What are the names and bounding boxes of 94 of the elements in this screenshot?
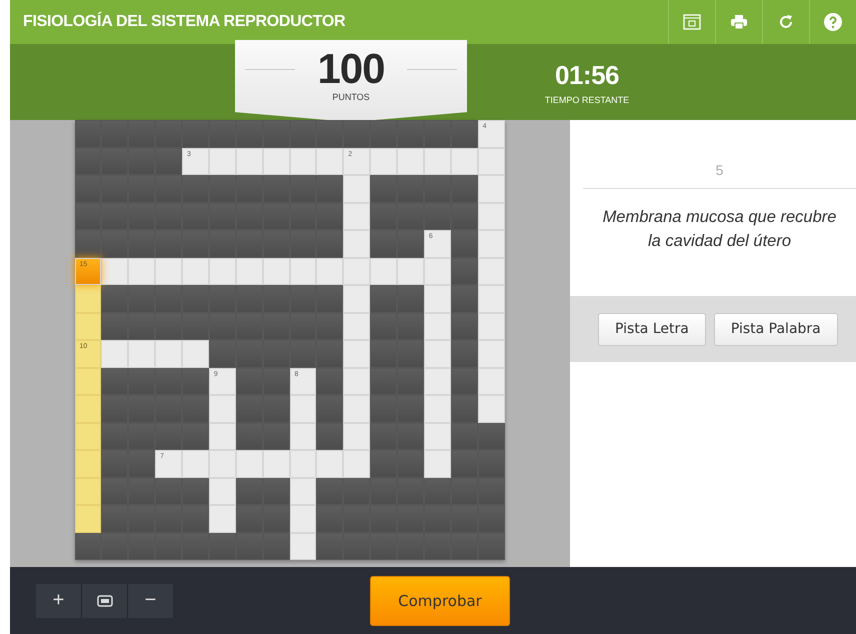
crossword-cell[interactable] (290, 478, 316, 505)
crossword-cell[interactable] (478, 148, 504, 175)
highlighted-cell[interactable] (74, 285, 102, 312)
crossword-cell[interactable] (236, 258, 263, 285)
crossword-cell[interactable] (208, 505, 236, 532)
crossword-cell[interactable] (478, 202, 504, 230)
crossword-cell[interactable] (343, 202, 370, 230)
crossword-cell[interactable] (101, 258, 128, 285)
crossword-cell[interactable] (424, 285, 451, 312)
crossword-cell[interactable] (316, 258, 344, 285)
clue-number: 5 (583, 162, 856, 189)
crossword-cell[interactable] (343, 230, 370, 258)
fit-icon (96, 594, 112, 606)
crossword-cell[interactable] (478, 395, 504, 422)
crossword-cell[interactable] (290, 258, 316, 285)
crossword-cell[interactable] (182, 258, 209, 285)
crossword-cell[interactable] (316, 450, 344, 478)
crossword-cell[interactable] (343, 175, 370, 202)
crossword-cell[interactable] (262, 450, 290, 478)
crossword-cell[interactable] (478, 285, 504, 312)
zoom-out-button[interactable]: − (128, 584, 173, 618)
crossword-cell[interactable] (343, 312, 370, 340)
zoom-in-button[interactable]: + (36, 584, 81, 618)
crossword-cell[interactable] (343, 368, 370, 395)
crossword-cell[interactable] (450, 148, 478, 175)
timer-label: TIEMPO RESTANTE (544, 94, 630, 104)
crossword-cell[interactable] (208, 258, 236, 285)
hint-button[interactable]: Pista Palabra (714, 312, 838, 346)
highlighted-cell[interactable] (74, 395, 102, 422)
crossword-cell[interactable] (478, 258, 504, 285)
crossword-cell[interactable] (182, 340, 209, 368)
crossword-cell[interactable] (290, 505, 316, 532)
crossword-cell[interactable] (424, 395, 451, 422)
crossword-cell[interactable] (290, 395, 316, 422)
crossword-cell[interactable] (208, 450, 236, 478)
help-icon (824, 13, 842, 31)
crossword-cell[interactable] (424, 340, 451, 368)
crossword-cell[interactable] (155, 340, 182, 368)
crossword-cell[interactable] (478, 175, 504, 202)
crossword-cell[interactable] (290, 422, 316, 450)
window-title: FISIOLOGÍA DEL SISTEMA REPRODUCTOR (23, 13, 346, 31)
crossword-cell[interactable] (208, 478, 236, 505)
highlighted-cell[interactable] (74, 422, 102, 450)
crossword-cell[interactable] (208, 148, 236, 175)
crossword-cell[interactable] (128, 258, 156, 285)
refresh-icon (777, 13, 795, 31)
crossword-cell[interactable] (262, 148, 290, 175)
crossword-cell[interactable] (343, 258, 370, 285)
crossword-cell[interactable] (424, 148, 451, 175)
clue-text: Membrana mucosa que recubre la cavidad del útero (602, 207, 838, 252)
crossword-cell[interactable] (101, 340, 128, 368)
crossword-cell[interactable] (343, 340, 370, 368)
crossword-cell[interactable] (343, 450, 370, 478)
score-value: 100 (317, 46, 385, 92)
crossword-cell[interactable] (370, 148, 397, 175)
crossword-cell[interactable] (236, 148, 263, 175)
crossword-cell[interactable] (128, 340, 156, 368)
crossword-cell[interactable] (424, 422, 451, 450)
highlighted-cell[interactable] (74, 312, 102, 340)
crossword-cell[interactable] (343, 422, 370, 450)
score-label: PUNTOS (332, 92, 370, 102)
crossword-cell[interactable] (397, 258, 424, 285)
crossword-cell[interactable] (478, 340, 504, 368)
hint-button[interactable]: Pista Letra (598, 312, 706, 346)
crossword-cell[interactable] (155, 258, 182, 285)
window-icon (683, 14, 701, 30)
crossword-cell[interactable] (208, 422, 236, 450)
highlighted-cell[interactable] (74, 505, 102, 532)
crossword-cell[interactable] (424, 312, 451, 340)
crossword-cell[interactable] (236, 450, 263, 478)
crossword-cell[interactable] (262, 258, 290, 285)
crossword-cell[interactable] (370, 258, 397, 285)
crossword-cell[interactable] (478, 368, 504, 395)
crossword-cell[interactable] (182, 450, 209, 478)
crossword-cell[interactable] (478, 230, 504, 258)
highlighted-cell[interactable] (74, 450, 102, 478)
timer-value: 01:56 (555, 60, 619, 90)
check-button[interactable]: Comprobar (370, 576, 510, 626)
crossword-cell[interactable] (208, 395, 236, 422)
crossword-cell[interactable] (343, 395, 370, 422)
crossword-cell[interactable] (424, 368, 451, 395)
highlighted-cell[interactable] (74, 478, 102, 505)
print-icon (731, 15, 747, 29)
crossword-cell[interactable] (290, 148, 316, 175)
crossword-cell[interactable] (290, 532, 316, 560)
crossword-cell[interactable] (397, 148, 424, 175)
fit-button[interactable] (82, 584, 127, 618)
crossword-cell[interactable] (478, 312, 504, 340)
crossword-cell[interactable] (424, 450, 451, 478)
crossword-cell[interactable] (316, 148, 344, 175)
highlighted-cell[interactable] (74, 368, 102, 395)
crossword-cell[interactable] (343, 285, 370, 312)
crossword-cell[interactable] (424, 258, 451, 285)
crossword-cell[interactable] (290, 450, 316, 478)
